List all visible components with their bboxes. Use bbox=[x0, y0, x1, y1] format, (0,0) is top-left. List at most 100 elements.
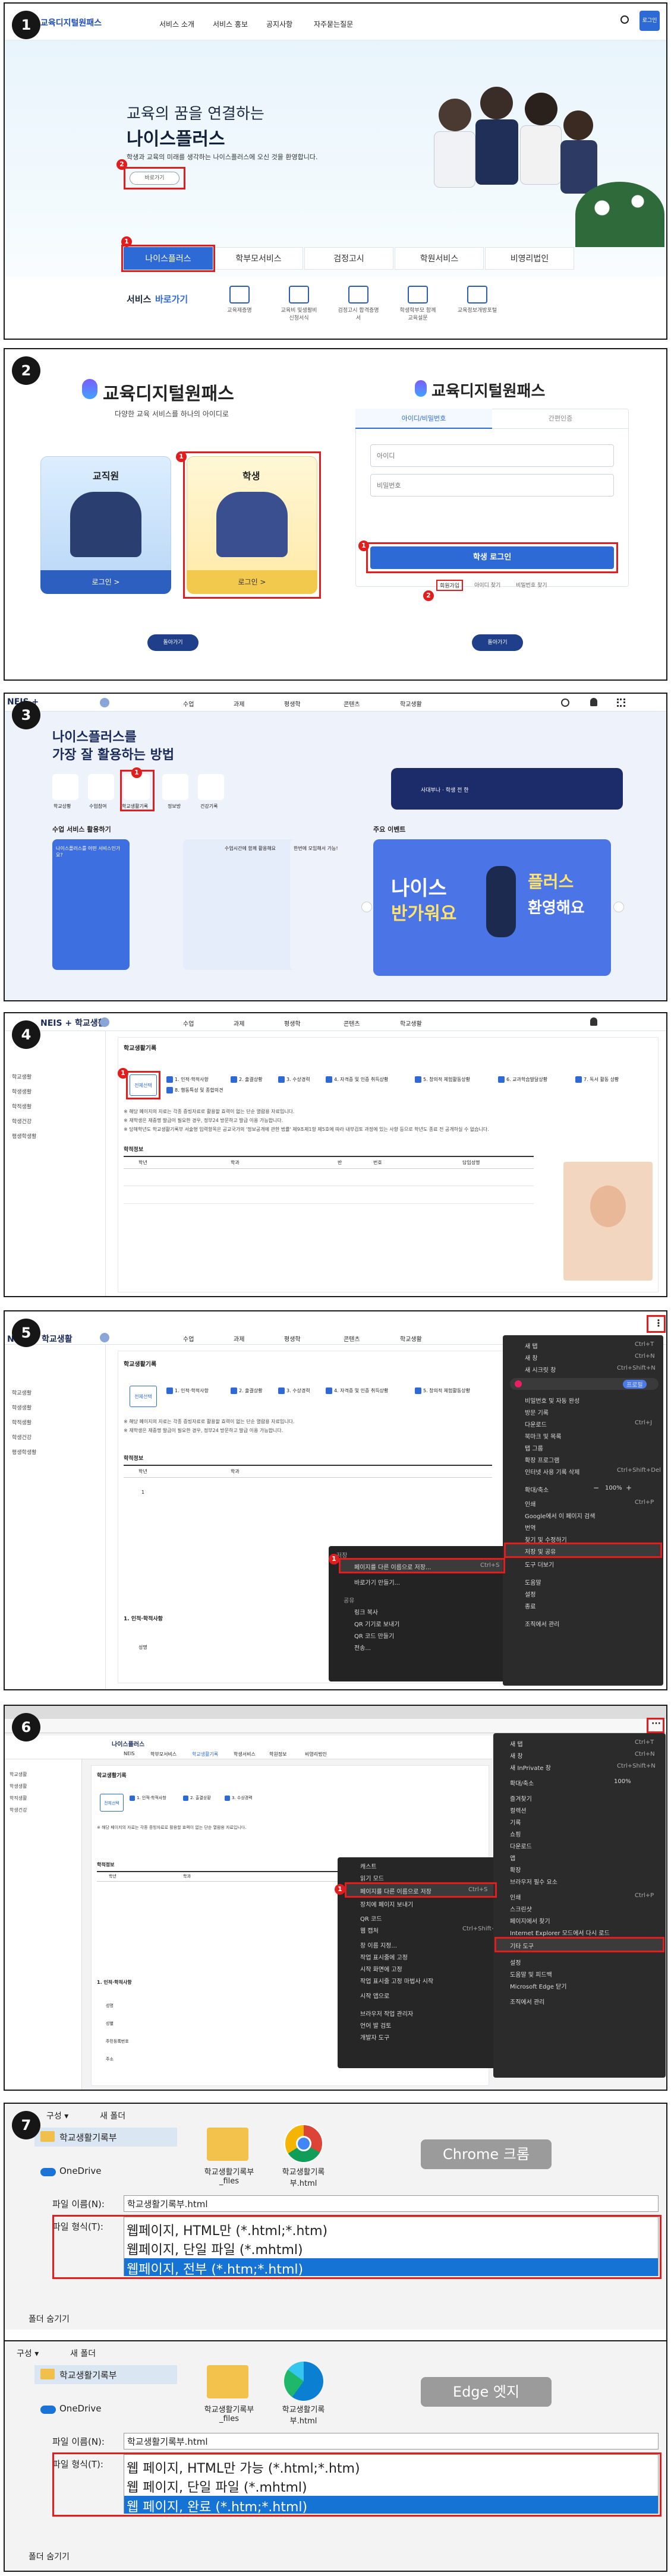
menu-lifelong[interactable]: 평생학 bbox=[284, 1019, 301, 1028]
file-html[interactable]: 학교생활기록부.html bbox=[275, 2166, 332, 2188]
check-3[interactable]: 3. 수상경력 bbox=[225, 1795, 253, 1801]
check-7[interactable]: 7. 독서 활동 상황 bbox=[575, 1076, 619, 1083]
edge-find[interactable]: 페이지에서 찾기 bbox=[510, 1916, 550, 1925]
nav-parent[interactable]: 학부모서비스 bbox=[150, 1751, 177, 1758]
menu-task[interactable]: 과제 bbox=[234, 1019, 244, 1028]
submenu-copy-link[interactable]: 링크 복사 bbox=[354, 1607, 378, 1616]
check-4[interactable]: 4. 자격증 및 인증 취득상황 bbox=[326, 1076, 388, 1083]
menu-google-search[interactable]: Google에서 이 페이지 검색 bbox=[525, 1511, 595, 1520]
check-2[interactable]: 2. 출결상황 bbox=[183, 1795, 211, 1801]
menu-incognito[interactable]: 새 시크릿 창 bbox=[525, 1365, 556, 1374]
quick-item-exam-cert[interactable]: 검정고시 합격증명서 bbox=[338, 286, 379, 321]
check-1[interactable]: 1. 인적·학적사항 bbox=[130, 1795, 166, 1801]
edge-settings[interactable]: 설정 bbox=[510, 1958, 521, 1967]
organize-button[interactable]: 구성 ▾ bbox=[17, 2347, 39, 2359]
nav-item-intro[interactable]: 서비스 소개 bbox=[159, 19, 194, 29]
menu-task[interactable]: 과제 bbox=[234, 1334, 244, 1343]
zoom-minus-button[interactable]: − bbox=[593, 1484, 599, 1492]
file-files[interactable]: 학교생활기록부_files bbox=[201, 2166, 257, 2186]
site-logo[interactable]: 교육디지털원패스 bbox=[40, 17, 102, 29]
hide-folders[interactable]: 폴더 숨기기 bbox=[29, 2550, 70, 2562]
menu-history[interactable]: 방문 기록 bbox=[525, 1408, 549, 1417]
menu-new-tab[interactable]: 새 탭 bbox=[525, 1341, 538, 1350]
edge-new-window[interactable]: 새 창 bbox=[510, 1751, 523, 1760]
tab-nonprofit[interactable]: 비영리법인 bbox=[485, 247, 574, 270]
avatar[interactable] bbox=[100, 1333, 109, 1342]
edge-icon[interactable] bbox=[284, 2362, 323, 2401]
onedrive-item[interactable]: OneDrive bbox=[59, 2166, 102, 2176]
promo-card-2[interactable] bbox=[183, 839, 302, 970]
nav-item-faq[interactable]: 자주묻는질문 bbox=[314, 19, 353, 29]
id-input[interactable] bbox=[370, 444, 614, 467]
menu-translate[interactable]: 번역 bbox=[525, 1523, 535, 1532]
ctx-web-capture[interactable]: 웹 캡처 bbox=[360, 1926, 379, 1935]
sidebar-item[interactable]: 평생학생활 bbox=[12, 1132, 36, 1140]
sidebar-item[interactable]: 학생건강 bbox=[12, 1117, 31, 1125]
hide-folders[interactable]: 폴더 숨기기 bbox=[29, 2313, 70, 2325]
ctx-pin-wizard[interactable]: 작업 표시줄 고정 마법사 시작 bbox=[360, 1976, 433, 1985]
select-all-button[interactable]: 전체선택 bbox=[130, 1386, 157, 1407]
sidebar-item[interactable]: 학교생활 bbox=[12, 1389, 31, 1396]
ctx-reader[interactable]: 읽기 모드 bbox=[360, 1873, 384, 1882]
ctx-startup-app[interactable]: 시작 앱으로 bbox=[360, 1991, 389, 2000]
new-folder-button[interactable]: 새 폴더 bbox=[70, 2347, 96, 2359]
check-6[interactable]: 6. 교과학습발달상황 bbox=[498, 1076, 547, 1083]
menu-class[interactable]: 수업 bbox=[183, 699, 194, 708]
menu-school-life[interactable]: 학교생활 bbox=[400, 1334, 422, 1343]
quick-item-open-data[interactable]: 교육정보개방포털 bbox=[456, 286, 498, 314]
sidebar-item[interactable]: 학적생활 bbox=[12, 1102, 31, 1110]
quick-health[interactable] bbox=[198, 774, 224, 800]
login-button[interactable]: 로그인 bbox=[640, 11, 660, 31]
edge-apps[interactable]: 앱 bbox=[510, 1853, 515, 1862]
submenu-qr[interactable]: QR 코드 만들기 bbox=[354, 1631, 394, 1640]
edge-inprivate[interactable]: 새 InPrivate 창 bbox=[510, 1763, 551, 1772]
back-button-right[interactable]: 돌아가기 bbox=[472, 634, 523, 651]
menu-passwords[interactable]: 비밀번호 및 자동 완성 bbox=[525, 1396, 579, 1405]
menu-downloads[interactable]: 다운로드 bbox=[525, 1420, 547, 1428]
edge-favorites[interactable]: 즐겨찾기 bbox=[510, 1794, 532, 1803]
promo-card-1[interactable] bbox=[52, 839, 130, 970]
tab-simple-cert[interactable]: 간편인증 bbox=[492, 409, 629, 429]
ctx-pin-taskbar[interactable]: 작업 표시줄에 고정 bbox=[360, 1952, 408, 1961]
ctx-task-manager[interactable]: 브라우저 작업 관리자 bbox=[360, 2009, 413, 2018]
ctx-devtools[interactable]: 개발자 도구 bbox=[360, 2033, 389, 2041]
menu-content[interactable]: 콘텐츠 bbox=[344, 1334, 360, 1343]
file-files[interactable]: 학교생활기록부_files bbox=[201, 2403, 257, 2423]
ctx-name-window[interactable]: 창 이름 지정... bbox=[360, 1940, 397, 1949]
quick-item-expense[interactable]: 교육비 및생활비 신청서식 bbox=[278, 286, 320, 321]
find-id-link[interactable]: 아이디 찾기 bbox=[474, 581, 500, 589]
ctx-send-device[interactable]: 장치에 페이지 보내기 bbox=[360, 1899, 413, 1908]
sidebar-item[interactable]: 학생생활 bbox=[12, 1088, 31, 1095]
edge-ie-mode[interactable]: Internet Explorer 모드에서 다시 로드 bbox=[510, 1928, 610, 1937]
folder-name[interactable]: 학교생활기록부 bbox=[59, 2131, 117, 2144]
check-2[interactable]: 2. 출결상황 bbox=[231, 1387, 263, 1394]
tab-academy-service[interactable]: 학원서비스 bbox=[395, 247, 484, 270]
edge-essentials[interactable]: 브라우저 필수 요소 bbox=[510, 1877, 557, 1886]
edge-extensions[interactable]: 확장 bbox=[510, 1865, 521, 1874]
tab-qualification-exam[interactable]: 검정고시 bbox=[304, 247, 393, 270]
edge-screenshot[interactable]: 스크린샷 bbox=[510, 1904, 532, 1913]
check-3[interactable]: 3. 수상경력 bbox=[278, 1387, 310, 1394]
menu-bookmarks[interactable]: 북마크 및 목록 bbox=[525, 1431, 562, 1440]
ctx-lang[interactable]: 언어 발 검토 bbox=[360, 2021, 391, 2030]
check-2[interactable]: 2. 출결상황 bbox=[231, 1076, 263, 1083]
sidebar-item[interactable]: 평생학생활 bbox=[12, 1448, 36, 1456]
edge-help[interactable]: 도움말 및 피드백 bbox=[510, 1970, 552, 1978]
menu-more-tools[interactable]: 도구 더보기 bbox=[525, 1560, 554, 1569]
menu-content[interactable]: 콘텐츠 bbox=[344, 699, 360, 708]
tab-parent-service[interactable]: 학부모서비스 bbox=[214, 247, 303, 270]
quick-item-survey[interactable]: 학생학부모 함께 교육설문 bbox=[397, 286, 439, 321]
quick-school[interactable] bbox=[52, 774, 78, 800]
onedrive-item[interactable]: OneDrive bbox=[59, 2403, 102, 2414]
check-5[interactable]: 5. 창의적 체험활동상황 bbox=[415, 1076, 470, 1083]
menu-new-window[interactable]: 새 창 bbox=[525, 1353, 538, 1362]
nav-record[interactable]: 학교생활기록 bbox=[192, 1751, 218, 1758]
signup-link[interactable]: 회원가입 bbox=[436, 580, 464, 591]
edge-downloads[interactable]: 다운로드 bbox=[510, 1841, 532, 1850]
search-icon[interactable] bbox=[620, 15, 629, 24]
sidebar-item[interactable]: 학생건강 bbox=[12, 1433, 31, 1441]
edge-print[interactable]: 인쇄 bbox=[510, 1892, 521, 1901]
prev-icon[interactable] bbox=[361, 902, 372, 912]
menu-content[interactable]: 콘텐츠 bbox=[344, 1019, 360, 1028]
organize-button[interactable]: 구성 ▾ bbox=[46, 2110, 68, 2122]
